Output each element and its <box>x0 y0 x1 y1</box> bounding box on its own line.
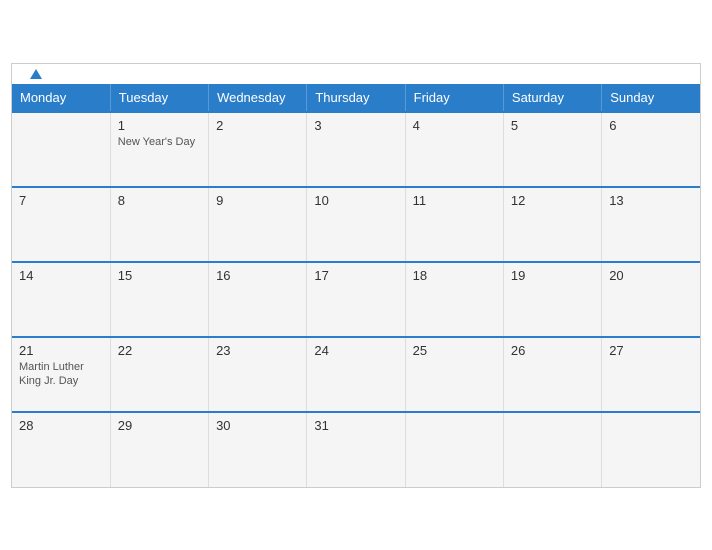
logo <box>28 69 42 79</box>
calendar-cell: 6 <box>602 112 700 187</box>
day-number: 23 <box>216 343 299 358</box>
calendar-week-row: 1 New Year's Day 23 456 <box>12 112 700 187</box>
day-number: 7 <box>19 193 103 208</box>
calendar-thead: MondayTuesdayWednesdayThursdayFridaySatu… <box>12 84 700 112</box>
day-number: 19 <box>511 268 594 283</box>
calendar-cell: 28 <box>12 412 110 487</box>
calendar-week-row: 789 10 11 12 13 <box>12 187 700 262</box>
weekday-header-tuesday: Tuesday <box>110 84 208 112</box>
calendar-cell: 31 <box>307 412 405 487</box>
calendar-week-row: 21 Martin Luther King Jr. Day 22 23 24 25 26 27 <box>12 337 700 412</box>
calendar-container: MondayTuesdayWednesdayThursdayFridaySatu… <box>11 63 701 488</box>
calendar-cell: 5 <box>503 112 601 187</box>
day-number: 16 <box>216 268 299 283</box>
calendar-cell: 7 <box>12 187 110 262</box>
calendar-cell: 8 <box>110 187 208 262</box>
day-number: 1 <box>118 118 201 133</box>
calendar-cell: 27 <box>602 337 700 412</box>
calendar-week-row: 14 15 16 17 18 19 20 <box>12 262 700 337</box>
day-number: 21 <box>19 343 103 358</box>
calendar-cell: 23 <box>209 337 307 412</box>
calendar-cell: 14 <box>12 262 110 337</box>
day-number: 11 <box>413 193 496 208</box>
calendar-cell: 20 <box>602 262 700 337</box>
weekday-header-wednesday: Wednesday <box>209 84 307 112</box>
day-number: 25 <box>413 343 496 358</box>
logo-triangle-icon <box>30 69 42 79</box>
calendar-cell: 19 <box>503 262 601 337</box>
calendar-cell: 15 <box>110 262 208 337</box>
calendar-cell: 11 <box>405 187 503 262</box>
day-number: 31 <box>314 418 397 433</box>
weekday-header-sunday: Sunday <box>602 84 700 112</box>
day-number: 29 <box>118 418 201 433</box>
calendar-cell: 3 <box>307 112 405 187</box>
day-number: 9 <box>216 193 299 208</box>
calendar-cell: 26 <box>503 337 601 412</box>
calendar-cell <box>503 412 601 487</box>
calendar-cell: 24 <box>307 337 405 412</box>
day-number: 2 <box>216 118 299 133</box>
calendar-cell: 2 <box>209 112 307 187</box>
day-number: 24 <box>314 343 397 358</box>
day-number: 8 <box>118 193 201 208</box>
holiday-name: Martin Luther King Jr. Day <box>19 360 103 389</box>
day-number: 22 <box>118 343 201 358</box>
calendar-cell: 16 <box>209 262 307 337</box>
holiday-name: New Year's Day <box>118 135 201 149</box>
calendar-week-row: 28 29 30 31 <box>12 412 700 487</box>
calendar-cell: 9 <box>209 187 307 262</box>
day-number: 3 <box>314 118 397 133</box>
calendar-cell: 30 <box>209 412 307 487</box>
calendar-table: MondayTuesdayWednesdayThursdayFridaySatu… <box>12 84 700 487</box>
calendar-cell: 17 <box>307 262 405 337</box>
calendar-cell <box>405 412 503 487</box>
calendar-cell: 22 <box>110 337 208 412</box>
day-number: 14 <box>19 268 103 283</box>
weekday-header-friday: Friday <box>405 84 503 112</box>
calendar-cell: 25 <box>405 337 503 412</box>
calendar-cell <box>602 412 700 487</box>
day-number: 17 <box>314 268 397 283</box>
weekday-header-thursday: Thursday <box>307 84 405 112</box>
calendar-cell: 10 <box>307 187 405 262</box>
day-number: 30 <box>216 418 299 433</box>
calendar-cell: 13 <box>602 187 700 262</box>
calendar-cell: 12 <box>503 187 601 262</box>
day-number: 20 <box>609 268 693 283</box>
day-number: 15 <box>118 268 201 283</box>
day-number: 5 <box>511 118 594 133</box>
calendar-cell: 29 <box>110 412 208 487</box>
calendar-cell: 1 New Year's Day <box>110 112 208 187</box>
day-number: 10 <box>314 193 397 208</box>
day-number: 18 <box>413 268 496 283</box>
weekday-header-saturday: Saturday <box>503 84 601 112</box>
day-number: 27 <box>609 343 693 358</box>
day-number: 4 <box>413 118 496 133</box>
day-number: 12 <box>511 193 594 208</box>
weekday-header-row: MondayTuesdayWednesdayThursdayFridaySatu… <box>12 84 700 112</box>
calendar-body: 1New Year's Day2345678910111213141516171… <box>12 112 700 487</box>
calendar-header <box>12 64 700 84</box>
calendar-cell <box>12 112 110 187</box>
day-number: 28 <box>19 418 103 433</box>
day-number: 13 <box>609 193 693 208</box>
weekday-header-monday: Monday <box>12 84 110 112</box>
day-number: 6 <box>609 118 693 133</box>
calendar-cell: 21 Martin Luther King Jr. Day <box>12 337 110 412</box>
calendar-cell: 18 <box>405 262 503 337</box>
calendar-cell: 4 <box>405 112 503 187</box>
day-number: 26 <box>511 343 594 358</box>
